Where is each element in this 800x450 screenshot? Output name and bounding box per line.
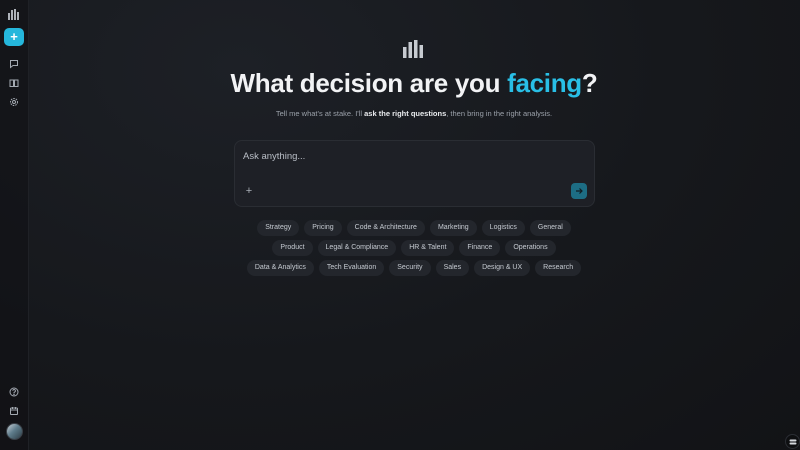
chip-sales[interactable]: Sales xyxy=(435,260,470,276)
sidebar: + xyxy=(0,0,29,450)
chip-hr-talent[interactable]: HR & Talent xyxy=(401,240,455,256)
attach-button[interactable]: + xyxy=(243,185,255,197)
chip-logistics[interactable]: Logistics xyxy=(481,220,525,236)
send-button[interactable] xyxy=(571,183,587,199)
chip-tech-evaluation[interactable]: Tech Evaluation xyxy=(318,260,385,276)
bars-logo-icon xyxy=(403,40,425,58)
subtitle-prefix: Tell me what's at stake. I'll xyxy=(275,109,365,118)
arrow-right-icon xyxy=(576,188,583,194)
app-root: + What decision are you facing? Tell me … xyxy=(0,0,800,450)
title-accent: facing xyxy=(507,68,582,98)
chip-research[interactable]: Research xyxy=(535,260,582,276)
gear-icon[interactable] xyxy=(5,93,23,111)
topic-chips: Strategy Pricing Code & Architecture Mar… xyxy=(224,220,604,276)
plus-icon: + xyxy=(245,185,253,197)
chip-strategy[interactable]: Strategy xyxy=(257,220,300,236)
chip-marketing[interactable]: Marketing xyxy=(429,220,477,236)
chip-row: Data & Analytics Tech Evaluation Securit… xyxy=(246,260,582,276)
chip-product[interactable]: Product xyxy=(272,240,313,256)
chip-general[interactable]: General xyxy=(529,220,571,236)
subtitle-suffix: , then bring in the right analysis. xyxy=(446,109,553,118)
title-suffix: ? xyxy=(581,68,598,98)
title-prefix: What decision are you xyxy=(230,68,508,98)
feedback-button[interactable] xyxy=(785,434,800,449)
new-chat-button[interactable]: + xyxy=(4,28,24,46)
chip-security[interactable]: Security xyxy=(389,260,431,276)
chip-finance[interactable]: Finance xyxy=(459,240,501,256)
subtitle-bold: ask the right questions xyxy=(364,109,447,118)
chip-legal-compliance[interactable]: Legal & Compliance xyxy=(317,240,397,256)
page-title: What decision are you facing? xyxy=(28,68,800,99)
help-circle-icon[interactable] xyxy=(5,383,23,401)
prompt-input[interactable] xyxy=(243,149,573,163)
chip-code-architecture[interactable]: Code & Architecture xyxy=(346,220,425,236)
chip-pricing[interactable]: Pricing xyxy=(304,220,342,236)
chip-row: Strategy Pricing Code & Architecture Mar… xyxy=(257,220,571,236)
page-subtitle: Tell me what's at stake. I'll ask the ri… xyxy=(28,109,800,118)
avatar[interactable] xyxy=(6,423,23,440)
bars-logo-icon[interactable] xyxy=(5,5,23,23)
plus-icon: + xyxy=(10,29,18,44)
chip-row: Product Legal & Compliance HR & Talent F… xyxy=(272,240,556,256)
chip-design-ux[interactable]: Design & UX xyxy=(474,260,531,276)
chip-operations[interactable]: Operations xyxy=(505,240,556,256)
prompt-composer: + xyxy=(234,140,595,207)
toggle-icon xyxy=(789,439,796,444)
book-icon[interactable] xyxy=(5,74,23,92)
calendar-icon[interactable] xyxy=(5,402,23,420)
chip-data-analytics[interactable]: Data & Analytics xyxy=(246,260,314,276)
main-content: What decision are you facing? Tell me wh… xyxy=(28,0,800,450)
chat-bubble-icon[interactable] xyxy=(5,55,23,73)
